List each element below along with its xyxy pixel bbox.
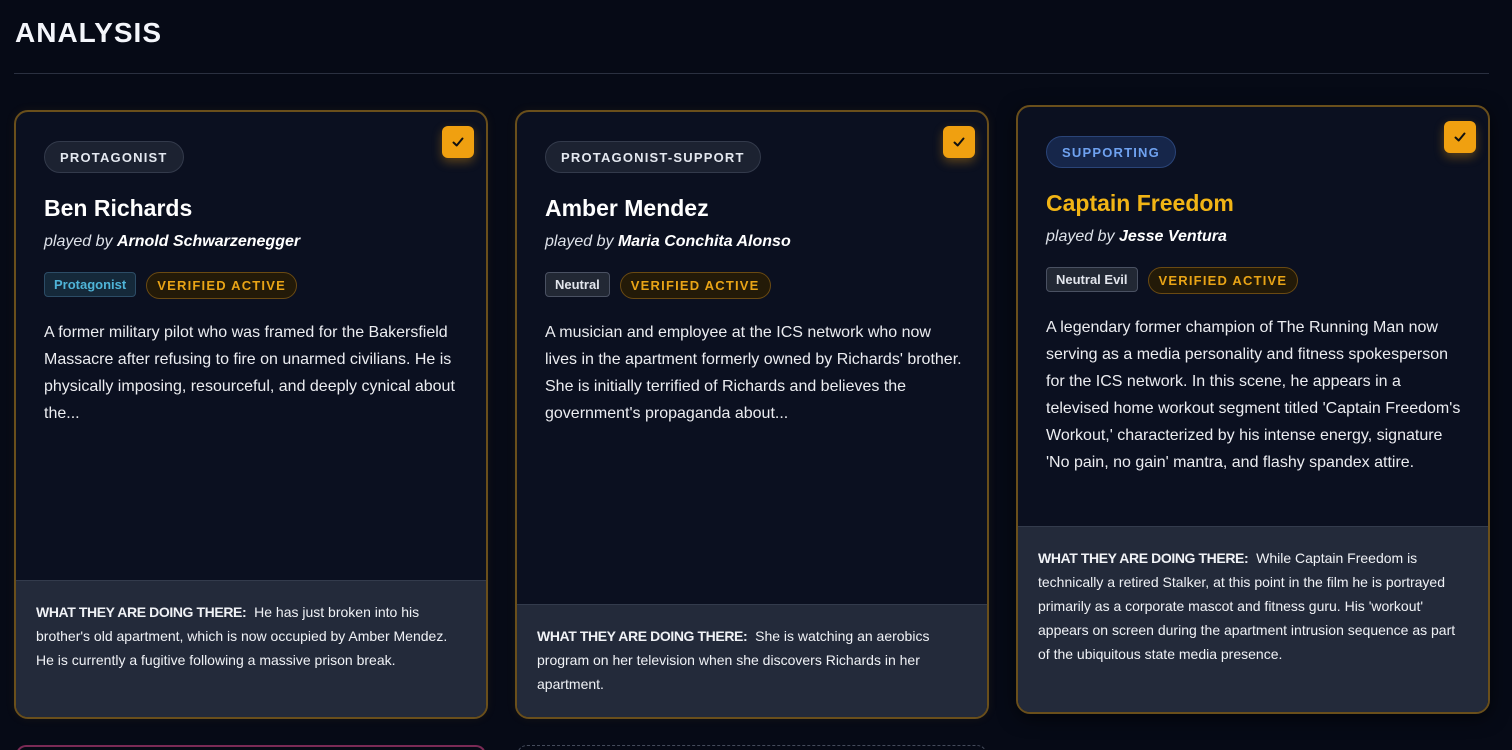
alignment-tag: Neutral xyxy=(545,272,610,297)
role-badge: SUPPORTING xyxy=(1046,136,1176,168)
character-description: A musician and employee at the ICS netwo… xyxy=(545,324,962,422)
doing-there-label: WHAT THEY ARE DOING THERE: xyxy=(36,604,247,620)
character-card-captain-freedom[interactable]: SUPPORTING Captain Freedom played by Jes… xyxy=(1016,105,1490,714)
doing-there-label: WHAT THEY ARE DOING THERE: xyxy=(537,628,748,644)
actor-name: Arnold Schwarzenegger xyxy=(116,233,301,250)
played-by-prefix: played by xyxy=(545,233,614,250)
alignment-tag: Protagonist xyxy=(44,272,137,297)
alignment-tag: Neutral Evil xyxy=(1046,267,1138,292)
next-card-edge xyxy=(16,745,486,750)
actor-name: Jesse Ventura xyxy=(1118,228,1227,245)
status-badge: VERIFIED ACTIVE xyxy=(619,272,771,299)
doing-there-section: WHAT THEY ARE DOING THERE: She is watchi… xyxy=(517,604,987,717)
played-by: played by Arnold Schwarzenegger xyxy=(44,233,300,251)
doing-there-section: WHAT THEY ARE DOING THERE: While Captain… xyxy=(1018,526,1488,712)
selected-checkbox[interactable] xyxy=(1444,121,1476,153)
checkmark-icon xyxy=(1454,132,1466,142)
character-card-ben-richards[interactable]: PROTAGONIST Ben Richards played by Arnol… xyxy=(14,110,488,719)
character-name: Ben Richards xyxy=(44,195,193,221)
played-by: played by Jesse Ventura xyxy=(1046,228,1227,246)
checkmark-icon xyxy=(452,137,464,147)
character-description: A former military pilot who was framed f… xyxy=(44,324,455,422)
selected-checkbox[interactable] xyxy=(943,126,975,158)
role-badge: PROTAGONIST xyxy=(44,141,184,173)
doing-there-text: While Captain Freedom is technically a r… xyxy=(1038,550,1456,662)
character-name: Captain Freedom xyxy=(1046,190,1234,216)
tag-row: Neutral Evil VERIFIED ACTIVE xyxy=(1046,267,1299,294)
selected-checkbox[interactable] xyxy=(442,126,474,158)
next-card-edge xyxy=(517,745,987,750)
status-badge: VERIFIED ACTIVE xyxy=(1147,267,1299,294)
actor-name: Maria Conchita Alonso xyxy=(617,233,791,250)
doing-there-section: WHAT THEY ARE DOING THERE: He has just b… xyxy=(16,580,486,717)
checkmark-icon xyxy=(953,137,965,147)
played-by: played by Maria Conchita Alonso xyxy=(545,233,791,251)
character-card-amber-mendez[interactable]: PROTAGONIST-SUPPORT Amber Mendez played … xyxy=(515,110,989,719)
played-by-prefix: played by xyxy=(1046,228,1115,245)
character-description: A legendary former champion of The Runni… xyxy=(1046,319,1461,471)
status-badge: VERIFIED ACTIVE xyxy=(146,272,297,299)
tag-row: Protagonist VERIFIED ACTIVE xyxy=(44,272,297,299)
played-by-prefix: played by xyxy=(44,233,113,250)
character-name: Amber Mendez xyxy=(545,195,709,221)
role-badge: PROTAGONIST-SUPPORT xyxy=(545,141,761,173)
tag-row: Neutral VERIFIED ACTIVE xyxy=(545,272,771,299)
title-divider xyxy=(14,73,1489,74)
page-title: ANALYSIS xyxy=(15,17,163,48)
doing-there-label: WHAT THEY ARE DOING THERE: xyxy=(1038,550,1249,566)
